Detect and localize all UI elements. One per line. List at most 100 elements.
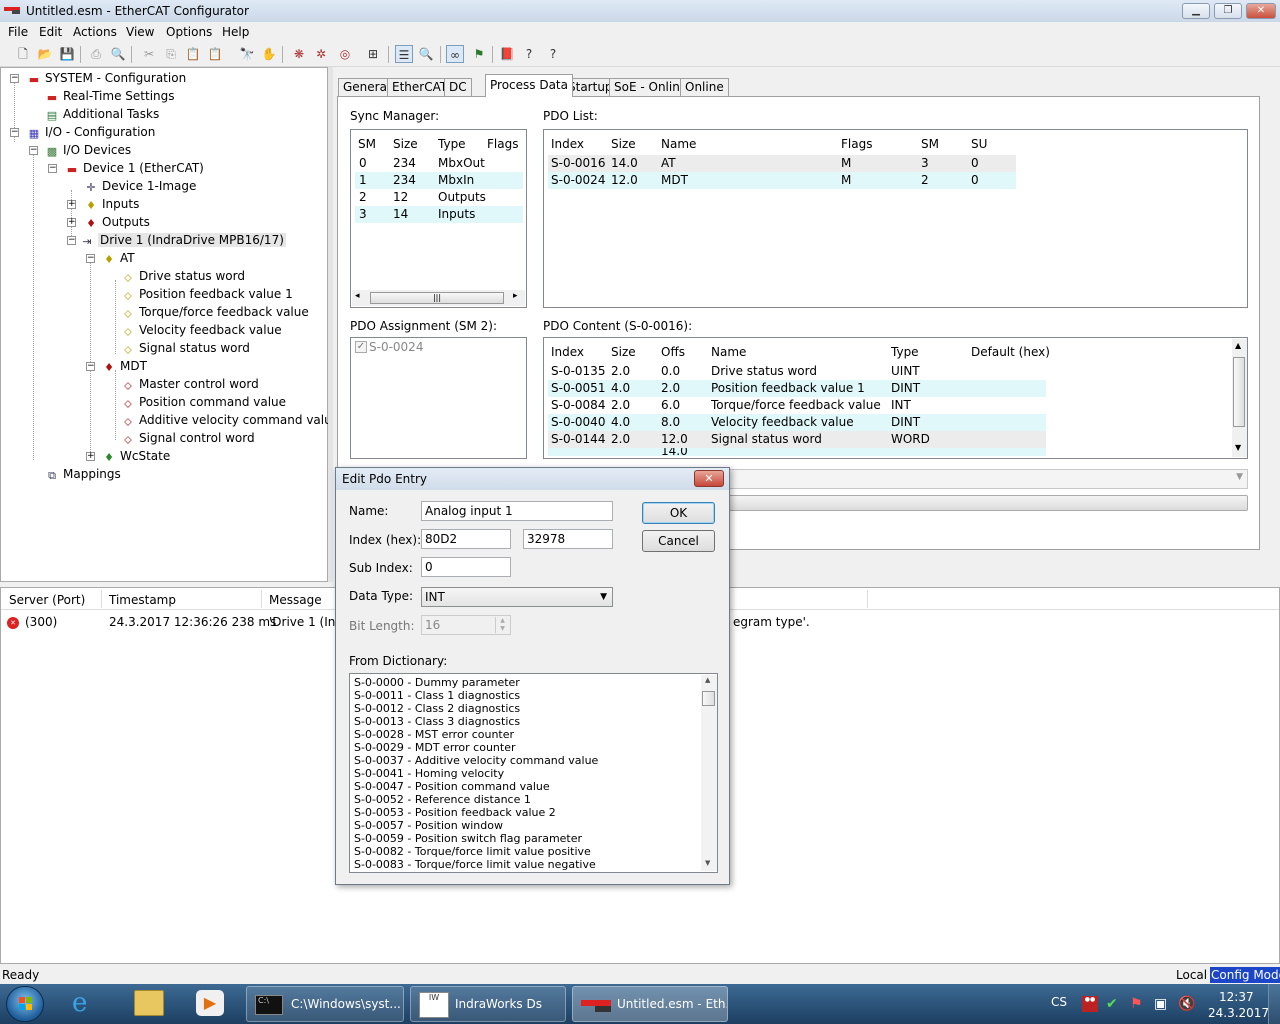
tree-drive1[interactable]: ⇥ Drive 1 (IndraDrive MPB16/17) bbox=[80, 232, 286, 248]
expand-system[interactable]: − bbox=[10, 74, 19, 83]
hand-icon[interactable]: ✋ bbox=[260, 45, 278, 63]
scroll-right-icon[interactable]: ▸ bbox=[513, 291, 518, 301]
add-device-icon[interactable]: ⊞ bbox=[364, 45, 382, 63]
find-icon[interactable]: 🔭 bbox=[238, 45, 256, 63]
tree-mdt-item[interactable]: ⬦ Additive velocity command value bbox=[121, 412, 339, 428]
table-row[interactable]: S-0-0024 12.0 MDT M 2 0 bbox=[548, 172, 1016, 189]
tree-system[interactable]: ▬ SYSTEM - Configuration bbox=[27, 70, 186, 86]
print-preview-icon[interactable]: 🔍 bbox=[109, 45, 127, 63]
network-icon[interactable]: ▣ bbox=[1154, 996, 1167, 1012]
dictionary-item[interactable]: S-0-0083 - Torque/force limit value nega… bbox=[354, 858, 596, 871]
scroll-up-icon[interactable]: ▲ bbox=[705, 676, 710, 684]
table-row[interactable]: 1 234 MbxIn bbox=[355, 172, 523, 189]
tree-inputs[interactable]: ♦ Inputs bbox=[84, 196, 139, 212]
print-icon[interactable]: ⎙ bbox=[87, 45, 105, 63]
cancel-button[interactable]: Cancel bbox=[642, 530, 715, 552]
tab-process-data[interactable]: Process Data bbox=[485, 74, 573, 97]
tab-dc[interactable]: DC bbox=[444, 78, 472, 96]
log-col-timestamp[interactable]: Timestamp bbox=[109, 592, 176, 608]
vertical-scrollbar[interactable]: ▲ ▼ bbox=[1232, 339, 1247, 457]
table-row[interactable]: S-0-0144 2.0 12.0 Signal status word WORD bbox=[548, 431, 1046, 448]
pdo-list[interactable]: Index Size Name Flags SM SU S-0-0016 14.0… bbox=[543, 129, 1248, 308]
dictionary-item[interactable]: S-0-0057 - Position window bbox=[354, 819, 503, 832]
copy-icon[interactable]: ⎘ bbox=[162, 45, 180, 63]
table-row[interactable]: S-0-0051 4.0 2.0 Position feedback value 1D… bbox=[548, 380, 1046, 397]
dictionary-item[interactable]: S-0-0037 - Additive velocity command val… bbox=[354, 754, 598, 767]
tree-at-item[interactable]: ⬦ Torque/force feedback value bbox=[121, 304, 309, 320]
tree-at[interactable]: ♦ AT bbox=[102, 250, 135, 266]
horizontal-scrollbar[interactable]: ◂ ||| ▸ bbox=[352, 290, 525, 306]
datatype-select[interactable]: INT ▼ bbox=[421, 587, 613, 607]
dictionary-item[interactable]: S-0-0052 - Reference distance 1 bbox=[354, 793, 531, 806]
clock-time[interactable]: 12:37 bbox=[1219, 990, 1254, 1004]
tab-online[interactable]: Online bbox=[680, 78, 729, 96]
media-player-icon[interactable]: ▶ bbox=[196, 990, 224, 1016]
assignment-checkbox[interactable]: ✓ bbox=[355, 341, 367, 353]
paste-special-icon[interactable]: 📋 bbox=[206, 45, 224, 63]
tree-device1-image[interactable]: ✛ Device 1-Image bbox=[84, 178, 196, 194]
list-view-icon[interactable]: ☰ bbox=[395, 45, 413, 63]
expand-drive1[interactable]: − bbox=[67, 236, 76, 245]
online-icon[interactable]: ◎ bbox=[336, 45, 354, 63]
table-row[interactable]: S-0-0016 14.0 AT M 3 0 bbox=[548, 155, 1016, 172]
expand-mdt[interactable]: − bbox=[86, 362, 95, 371]
tree-at-item[interactable]: ⬦ Signal status word bbox=[121, 340, 250, 356]
pdo-content-list[interactable]: Index Size Offs Name Type Default (hex) … bbox=[543, 337, 1248, 459]
table-row[interactable]: 2 12 Outputs bbox=[355, 189, 523, 206]
new-file-icon[interactable]: 🗋 bbox=[14, 45, 32, 63]
index-hex-field[interactable]: 80D2 bbox=[421, 529, 511, 549]
tree-at-item[interactable]: ⬦ Velocity feedback value bbox=[121, 322, 281, 338]
open-folder-icon[interactable]: 📂 bbox=[36, 45, 54, 63]
tree-outputs[interactable]: ♦ Outputs bbox=[84, 214, 150, 230]
tree-mdt[interactable]: ♦ MDT bbox=[102, 358, 147, 374]
dictionary-item[interactable]: S-0-0028 - MST error counter bbox=[354, 728, 514, 741]
name-field[interactable]: Analog input 1 bbox=[421, 501, 613, 521]
language-indicator[interactable]: CS bbox=[1051, 995, 1067, 1009]
log-col-message[interactable]: Message bbox=[269, 592, 322, 608]
glasses-icon[interactable]: ∞ bbox=[446, 45, 464, 63]
dictionary-item[interactable]: S-0-0013 - Class 3 diagnostics bbox=[354, 715, 520, 728]
pdo-assignment-list[interactable]: ✓ S-0-0024 bbox=[350, 337, 527, 459]
tree-iodevices[interactable]: ▩ I/O Devices bbox=[45, 142, 131, 158]
spin-arrows-icon[interactable]: ▲ ▼ bbox=[495, 617, 509, 633]
tools-icon[interactable]: ✲ bbox=[312, 45, 330, 63]
context-help-icon[interactable]: ? bbox=[544, 45, 562, 63]
menu-file[interactable]: File bbox=[8, 24, 28, 40]
dictionary-item[interactable]: S-0-0000 - Dummy parameter bbox=[354, 676, 520, 689]
expand-outputs[interactable]: + bbox=[67, 218, 76, 227]
table-row[interactable]: 0 234 MbxOut bbox=[355, 155, 523, 172]
vertical-scrollbar[interactable]: ▲ ▼ bbox=[701, 675, 717, 871]
menu-view[interactable]: View bbox=[126, 24, 154, 40]
table-row[interactable]: 3 14 Inputs bbox=[355, 206, 523, 223]
volume-muted-icon[interactable]: 🔇 bbox=[1178, 996, 1195, 1012]
start-button[interactable] bbox=[6, 986, 44, 1022]
menu-edit[interactable]: Edit bbox=[39, 24, 62, 40]
taskbar-indraworks[interactable]: IW IndraWorks Ds bbox=[410, 986, 566, 1022]
tree-at-item[interactable]: ⬦ Position feedback value 1 bbox=[121, 286, 293, 302]
clock-date[interactable]: 24.3.2017 bbox=[1208, 1006, 1269, 1020]
close-button[interactable]: ✕ bbox=[1246, 3, 1276, 19]
book-icon[interactable]: 📕 bbox=[498, 45, 516, 63]
menu-options[interactable]: Options bbox=[166, 24, 212, 40]
expand-device1[interactable]: − bbox=[48, 164, 57, 173]
expand-iodevices[interactable]: − bbox=[29, 146, 38, 155]
dictionary-item[interactable]: S-0-0012 - Class 2 diagnostics bbox=[354, 702, 520, 715]
dictionary-item[interactable]: S-0-0041 - Homing velocity bbox=[354, 767, 504, 780]
dictionary-item[interactable]: S-0-0059 - Position switch flag paramete… bbox=[354, 832, 582, 845]
scroll-thumb[interactable] bbox=[702, 691, 715, 706]
tree-mdt-item[interactable]: ⬦ Signal control word bbox=[121, 430, 254, 446]
minimize-button[interactable]: ▁ bbox=[1182, 3, 1210, 19]
expand-inputs[interactable]: + bbox=[67, 200, 76, 209]
action-center-icon[interactable]: ⚑ bbox=[1130, 996, 1143, 1012]
dictionary-item[interactable]: S-0-0029 - MDT error counter bbox=[354, 741, 516, 754]
paste-icon[interactable]: 📋 bbox=[184, 45, 202, 63]
dictionary-item[interactable]: S-0-0082 - Torque/force limit value posi… bbox=[354, 845, 591, 858]
scroll-thumb[interactable] bbox=[1233, 357, 1245, 427]
network-tray-icon[interactable]: ●● bbox=[1082, 996, 1098, 1012]
explorer-folder-icon[interactable] bbox=[134, 990, 164, 1016]
subindex-field[interactable]: 0 bbox=[421, 557, 511, 577]
scan-devices-icon[interactable]: ❋ bbox=[290, 45, 308, 63]
tree-io[interactable]: ▦ I/O - Configuration bbox=[27, 124, 156, 140]
save-icon[interactable]: 💾 bbox=[58, 45, 76, 63]
table-row[interactable]: S-0-0135 2.0 0.0 Drive status word UINT bbox=[548, 363, 1046, 380]
